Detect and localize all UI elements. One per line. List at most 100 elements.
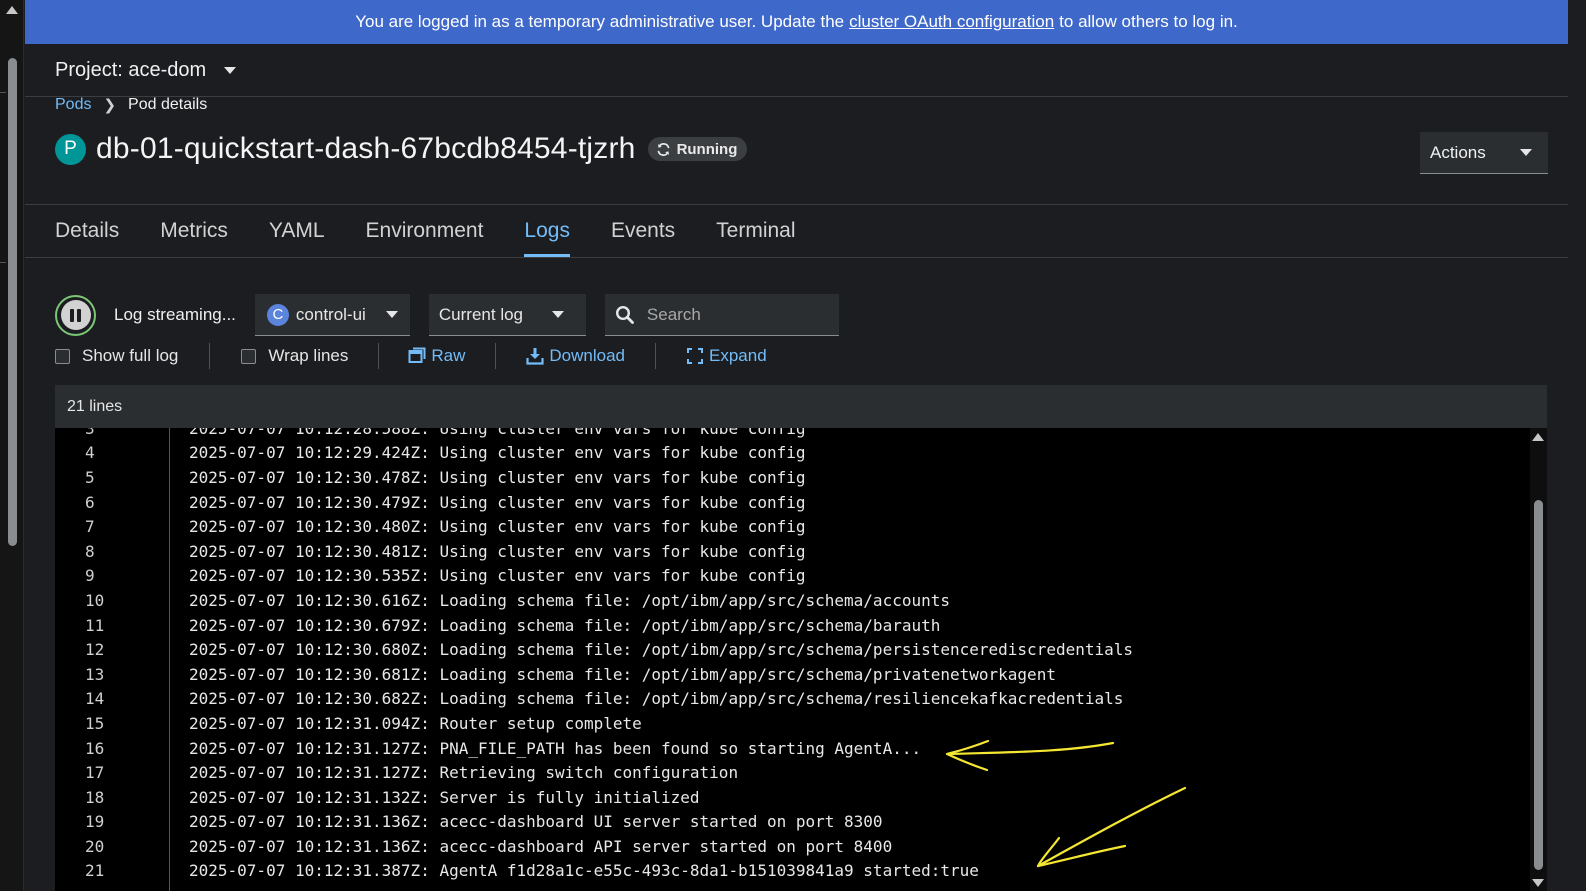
- banner-text-prefix: You are logged in as a temporary adminis…: [355, 12, 845, 31]
- scroll-tick: [0, 262, 6, 263]
- download-label: Download: [549, 346, 626, 365]
- wrap-lines-checkbox[interactable]: Wrap lines: [241, 346, 348, 366]
- log-options: Show full log Wrap lines Raw Download Ex…: [55, 343, 767, 369]
- divider: [495, 343, 497, 369]
- log-line: 7 2025-07-07 10:12:30.480Z: Using cluster…: [55, 514, 1530, 539]
- checkbox[interactable]: [241, 348, 257, 364]
- log-text: 2025-07-07 10:12:29.424Z: Using cluster …: [189, 443, 806, 463]
- log-text: 2025-07-07 10:12:30.680Z: Loading schema…: [189, 640, 1134, 660]
- line-number: 19: [85, 812, 105, 832]
- expand-icon: [687, 348, 704, 364]
- chevron-down-icon: [1520, 149, 1532, 156]
- chevron-right-icon: ❯: [103, 97, 117, 114]
- log-text: 2025-07-07 10:12:31.127Z: PNA_FILE_PATH …: [189, 738, 922, 758]
- line-number: 10: [85, 590, 105, 610]
- log-text: 2025-07-07 10:12:30.478Z: Using cluster …: [189, 467, 806, 487]
- log-text: 2025-07-07 10:12:28.588Z: Using cluster …: [189, 428, 806, 438]
- pause-streaming-button[interactable]: [55, 294, 96, 336]
- log-text: 2025-07-07 10:12:30.535Z: Using cluster …: [189, 566, 806, 586]
- show-full-log-checkbox[interactable]: Show full log: [55, 346, 178, 366]
- search-input[interactable]: [646, 304, 827, 325]
- log-text: 2025-07-07 10:12:30.481Z: Using cluster …: [189, 541, 806, 561]
- tab-terminal[interactable]: Terminal: [716, 205, 795, 257]
- page-scrollbar[interactable]: [0, 0, 24, 891]
- log-line: 14 2025-07-07 10:12:30.682Z: Loading sche…: [55, 687, 1530, 712]
- line-count: 21 lines: [67, 397, 123, 415]
- raw-link[interactable]: Raw: [408, 346, 465, 366]
- log-header: 21 lines: [55, 385, 1547, 428]
- log-line: 11 2025-07-07 10:12:30.679Z: Loading sche…: [55, 613, 1530, 638]
- log-line: 3 2025-07-07 10:12:28.588Z: Using cluster…: [55, 428, 1530, 441]
- log-search: [604, 294, 839, 336]
- line-number: 20: [85, 836, 105, 856]
- tab-yaml[interactable]: YAML: [269, 205, 325, 257]
- breadcrumb: Pods ❯ Pod details: [55, 96, 207, 114]
- checkbox[interactable]: [55, 348, 70, 364]
- breadcrumb-current: Pod details: [128, 96, 208, 113]
- expand-link[interactable]: Expand: [686, 346, 767, 366]
- container-select-value: control-ui: [295, 304, 366, 324]
- line-number: 18: [85, 787, 105, 807]
- line-number: 12: [85, 640, 105, 660]
- log-text: 2025-07-07 10:12:31.132Z: Server is full…: [189, 787, 700, 807]
- log-text: 2025-07-07 10:12:30.679Z: Loading schema…: [189, 615, 941, 635]
- line-number: 13: [85, 664, 105, 684]
- tab-bar: Details Metrics YAML Environment Logs Ev…: [25, 204, 1568, 258]
- log-lines: 3 2025-07-07 10:12:28.588Z: Using cluster…: [55, 428, 1530, 883]
- log-line: 21 2025-07-07 10:12:31.387Z: AgentA f1d28…: [55, 859, 1530, 884]
- scroll-tick: [0, 92, 6, 93]
- page-title-row: P db-01-quickstart-dash-67bcdb8454-tjzrh…: [55, 132, 748, 166]
- log-text: 2025-07-07 10:12:30.681Z: Loading schema…: [189, 664, 1056, 684]
- tab-environment[interactable]: Environment: [366, 205, 484, 257]
- divider: [378, 343, 380, 369]
- chevron-down-icon: [551, 311, 564, 318]
- tab-details[interactable]: Details: [55, 205, 119, 257]
- project-selector[interactable]: Project: ace-dom: [55, 59, 206, 82]
- scroll-up-icon[interactable]: [1532, 433, 1544, 441]
- scroll-down-icon[interactable]: [1532, 879, 1544, 887]
- show-full-log-label: Show full log: [82, 346, 179, 365]
- pod-resource-badge: P: [55, 133, 86, 165]
- log-viewer[interactable]: 3 2025-07-07 10:12:28.588Z: Using cluster…: [55, 428, 1547, 891]
- download-link[interactable]: Download: [526, 346, 625, 366]
- tab-metrics[interactable]: Metrics: [160, 205, 228, 257]
- page-scroll-thumb[interactable]: [8, 58, 17, 546]
- line-number: 15: [85, 713, 105, 733]
- log-toolbar: Log streaming... C control-ui Current lo…: [55, 294, 839, 336]
- tab-events[interactable]: Events: [611, 205, 675, 257]
- log-line: 8 2025-07-07 10:12:30.481Z: Using cluster…: [55, 539, 1530, 564]
- sync-icon: [657, 142, 670, 156]
- page-title: db-01-quickstart-dash-67bcdb8454-tjzrh: [96, 132, 636, 165]
- tab-logs[interactable]: Logs: [524, 205, 570, 257]
- chevron-down-icon[interactable]: [224, 66, 237, 74]
- expand-label: Expand: [709, 346, 767, 365]
- log-text: 2025-07-07 10:12:31.136Z: acecc-dashboar…: [189, 812, 883, 832]
- line-number: 21: [85, 861, 105, 881]
- wrap-lines-label: Wrap lines: [268, 346, 349, 365]
- line-number: 16: [85, 738, 105, 758]
- log-scroll-thumb[interactable]: [1534, 500, 1543, 870]
- line-number: 5: [85, 467, 95, 487]
- log-line: 19 2025-07-07 10:12:31.136Z: acecc-dashbo…: [55, 810, 1530, 835]
- log-line: 5 2025-07-07 10:12:30.478Z: Using cluster…: [55, 465, 1530, 490]
- log-line: 6 2025-07-07 10:12:30.479Z: Using cluster…: [55, 490, 1530, 515]
- actions-dropdown[interactable]: Actions: [1420, 132, 1548, 174]
- log-text: 2025-07-07 10:12:31.094Z: Router setup c…: [189, 713, 642, 733]
- window-icon: [408, 347, 426, 363]
- streaming-status: Log streaming...: [114, 305, 236, 324]
- line-number: 17: [85, 763, 105, 783]
- divider: [209, 343, 211, 369]
- pause-icon: [60, 300, 91, 330]
- container-select[interactable]: C control-ui: [254, 294, 410, 336]
- breadcrumb-pods-link[interactable]: Pods: [55, 96, 91, 114]
- log-scrollbar[interactable]: [1530, 428, 1547, 891]
- log-line: 20 2025-07-07 10:12:31.136Z: acecc-dashbo…: [55, 834, 1530, 859]
- log-text: 2025-07-07 10:12:30.480Z: Using cluster …: [189, 517, 806, 537]
- status-label: Running: [676, 140, 738, 158]
- log-type-value: Current log: [438, 304, 524, 324]
- scroll-up-icon[interactable]: [6, 6, 18, 14]
- download-icon: [526, 348, 545, 365]
- cluster-oauth-link[interactable]: cluster OAuth configuration: [849, 12, 1054, 32]
- divider: [655, 343, 657, 369]
- log-type-select[interactable]: Current log: [428, 294, 586, 336]
